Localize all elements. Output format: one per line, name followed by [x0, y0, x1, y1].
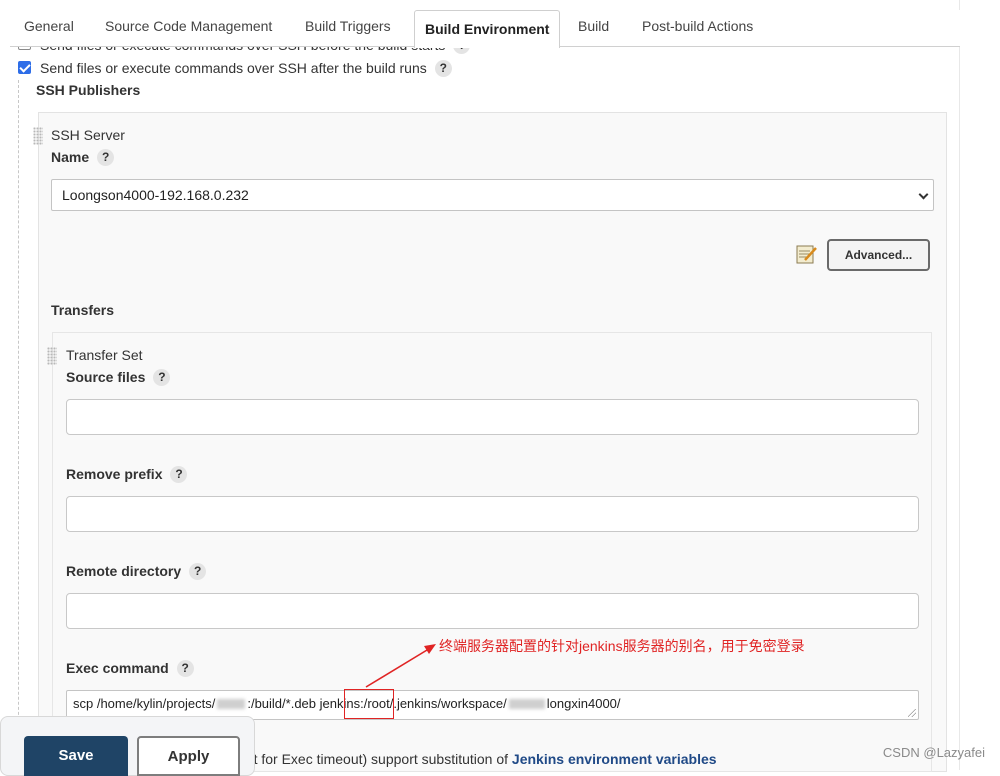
annotation-arrow — [365, 644, 436, 688]
after-build-label: Send files or execute commands over SSH … — [40, 60, 427, 76]
ssh-server-header: SSH Server — [51, 127, 125, 143]
source-files-label: Source files? — [66, 369, 171, 386]
remove-prefix-input[interactable] — [66, 496, 919, 532]
remove-prefix-label: Remove prefix? — [66, 466, 188, 483]
apply-button[interactable]: Apply — [137, 736, 240, 776]
tab-post-build-actions[interactable]: Post-build Actions — [642, 18, 753, 34]
ssh-server-select-value: Loongson4000-192.168.0.232 — [62, 187, 249, 203]
transfers-title: Transfers — [51, 302, 115, 318]
help-icon[interactable]: ? — [153, 369, 171, 386]
help-icon[interactable]: ? — [170, 466, 188, 483]
advanced-button[interactable]: Advanced... — [827, 239, 930, 271]
transfer-set-header: Transfer Set — [66, 347, 143, 363]
config-tab-bar: General Source Code Management Build Tri… — [10, 10, 960, 48]
drag-handle-icon[interactable] — [47, 347, 57, 365]
section-guide — [18, 80, 19, 770]
after-build-option: Send files or execute commands over SSH … — [40, 60, 452, 77]
drag-handle-icon[interactable] — [33, 127, 43, 145]
configure-page: Send files or execute commands over SSH … — [0, 0, 960, 772]
help-icon[interactable]: ? — [176, 660, 194, 677]
jenkins-env-vars-link[interactable]: Jenkins environment variables — [512, 751, 717, 767]
ssh-server-select[interactable]: Loongson4000-192.168.0.232 — [51, 179, 934, 211]
help-icon[interactable]: ? — [189, 563, 207, 580]
remote-directory-input[interactable] — [66, 593, 919, 629]
source-files-input[interactable] — [66, 399, 919, 435]
help-icon[interactable]: ? — [434, 60, 452, 77]
chevron-down-icon — [918, 189, 929, 200]
exec-command-label: Exec command? — [66, 660, 194, 677]
tab-source-code-management[interactable]: Source Code Management — [105, 18, 272, 34]
tab-build-environment[interactable]: Build Environment — [414, 10, 561, 48]
help-icon[interactable]: ? — [97, 149, 115, 166]
redacted-text — [508, 699, 545, 709]
annotation-highlight-box — [344, 689, 394, 719]
redacted-text — [217, 699, 246, 709]
watermark: CSDN @Lazyafei — [882, 745, 985, 760]
remote-directory-label: Remote directory? — [66, 563, 207, 580]
tab-general[interactable]: General — [24, 18, 74, 34]
tab-build[interactable]: Build — [578, 18, 609, 34]
name-field-label: Name? — [51, 149, 115, 166]
annotation-text: 终端服务器配置的针对jenkins服务器的别名，用于免密登录 — [439, 638, 805, 654]
save-button[interactable]: Save — [24, 736, 128, 776]
notepad-edit-icon[interactable] — [796, 243, 818, 265]
tab-build-triggers[interactable]: Build Triggers — [305, 18, 391, 34]
resize-handle-icon[interactable] — [908, 709, 916, 717]
ssh-publishers-title: SSH Publishers — [36, 82, 141, 98]
after-build-checkbox[interactable] — [18, 61, 31, 74]
